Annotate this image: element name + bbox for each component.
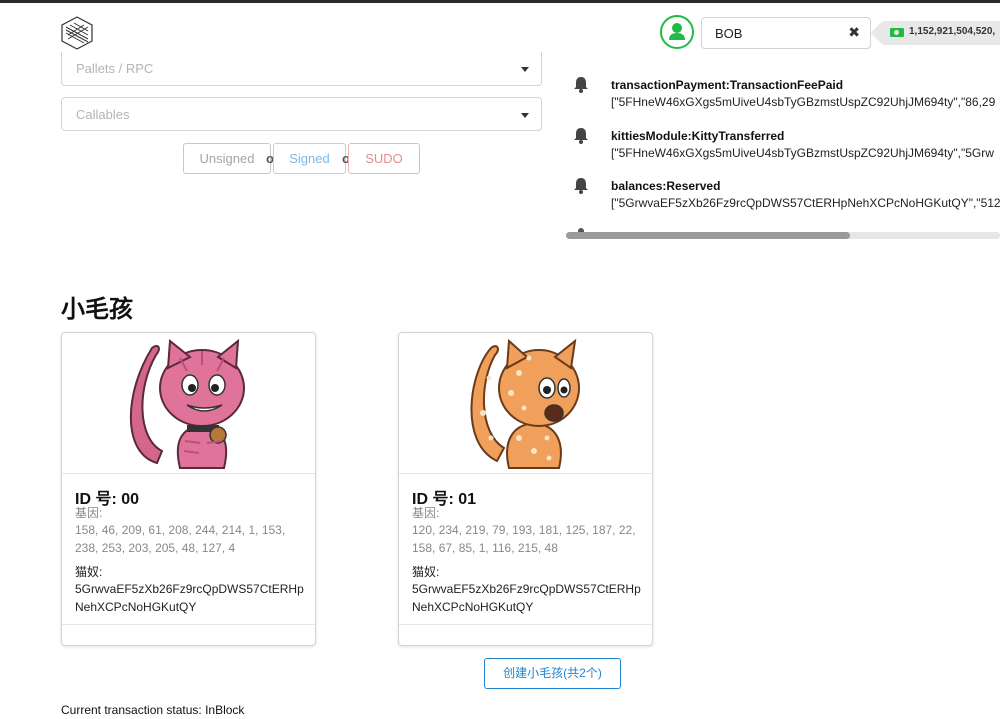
bell-icon [574, 77, 588, 93]
event-name: balances:Reserved [611, 179, 721, 193]
unsigned-button[interactable]: Unsigned [183, 143, 271, 174]
dna-label: 基因: [412, 506, 440, 520]
user-icon [669, 23, 685, 40]
top-border [0, 0, 1000, 3]
sudo-button[interactable]: SUDO [348, 143, 420, 174]
close-icon[interactable]: ✖ [848, 24, 860, 41]
kitty-owner: 5GrwvaEF5zXb26Fz9rcQpDWS57CtERHpNehXCPcN… [75, 582, 304, 614]
balance-amount: 1,152,921,504,520, [909, 26, 996, 37]
event-data: ["5FHneW46xGXgs5mUiveU4sbTyGBzmstUspZC92… [611, 146, 994, 160]
card-footer [62, 624, 315, 645]
balance-label: 1,152,921,504,520, [882, 21, 1000, 45]
kitty-owner: 5GrwvaEF5zXb26Fz9rcQpDWS57CtERHpNehXCPcN… [412, 582, 641, 614]
dropdown-caret-icon [521, 113, 529, 118]
money-icon [890, 28, 904, 37]
dropdown-caret-icon [521, 67, 529, 72]
signed-button[interactable]: Signed [273, 143, 346, 174]
scrollbar-thumb[interactable] [566, 232, 850, 239]
kitty-card: ID 号: 01 基因: 120, 234, 219, 79, 193, 181… [398, 332, 653, 646]
bell-icon [574, 178, 588, 194]
create-kitty-button[interactable]: 创建小毛孩(共2个) [484, 658, 621, 689]
event-name: kittiesModule:KittyTransferred [611, 129, 785, 143]
kitty-dna: 158, 46, 209, 61, 208, 244, 214, 1, 153,… [75, 523, 286, 555]
dna-label: 基因: [75, 506, 103, 520]
pallets-rpc-placeholder: Pallets / RPC [76, 61, 154, 76]
owner-label: 猫奴: [412, 565, 440, 579]
account-selector[interactable]: BOB ✖ [701, 17, 871, 49]
events-horizontal-scrollbar[interactable] [566, 232, 1000, 239]
callables-dropdown[interactable]: Callables [61, 97, 542, 131]
kitty-dna: 120, 234, 219, 79, 193, 181, 125, 187, 2… [412, 523, 636, 555]
pink-cat-icon [129, 338, 245, 469]
event-data: ["5FHneW46xGXgs5mUiveU4sbTyGBzmstUspZC92… [611, 95, 996, 109]
card-footer [399, 624, 652, 645]
kitty-card: ID 号: 00 基因: 158, 46, 209, 61, 208, 244,… [61, 332, 316, 646]
substrate-logo [61, 16, 93, 50]
account-avatar[interactable] [660, 15, 694, 49]
kitties-title: 小毛孩 [61, 296, 133, 323]
bell-icon [574, 128, 588, 144]
orange-cat-icon [470, 338, 580, 469]
callables-placeholder: Callables [76, 107, 130, 122]
pallets-rpc-dropdown[interactable]: Pallets / RPC [61, 52, 542, 86]
event-data: ["5GrwvaEF5zXb26Fz9rcQpDWS57CtERHpNehXCP… [611, 196, 1000, 210]
kitty-image [62, 333, 315, 474]
kitty-image [399, 333, 652, 474]
account-value: BOB [715, 26, 743, 41]
event-name: transactionPayment:TransactionFeePaid [611, 78, 844, 92]
owner-label: 猫奴: [75, 565, 103, 579]
transaction-status: Current transaction status: InBlock [61, 703, 245, 717]
